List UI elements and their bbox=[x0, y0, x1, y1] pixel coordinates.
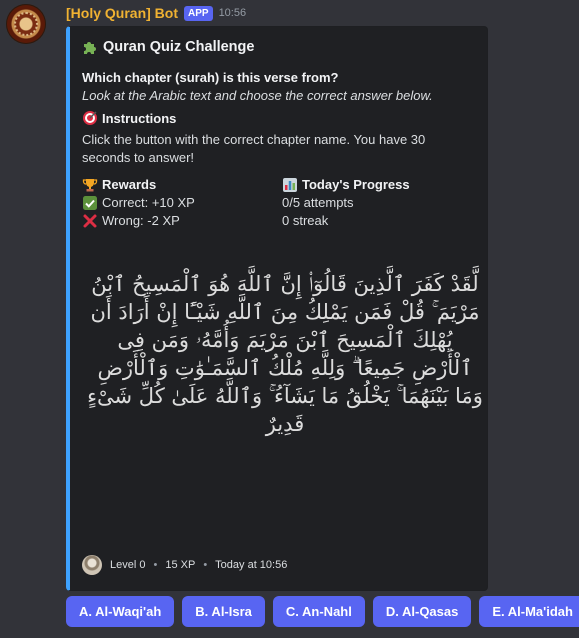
answer-button-e[interactable]: E. Al-Ma'idah bbox=[479, 596, 579, 627]
arabic-verse-image: لَّقَدْ كَفَرَ ٱلَّذِينَ قَالُوٓا۟ إِنَّ… bbox=[87, 272, 483, 436]
footer-time: Today at 10:56 bbox=[215, 559, 288, 571]
progress-field: Today's Progress 0/5 attempts 0 streak bbox=[282, 176, 410, 230]
cross-mark-icon bbox=[83, 214, 97, 228]
footer-separator: • bbox=[203, 559, 208, 571]
rewards-field: Rewards Correct: +10 XP Wrong: -2 XP bbox=[82, 176, 195, 230]
answer-button-c[interactable]: C. An-Nahl bbox=[272, 596, 365, 627]
target-icon bbox=[83, 111, 97, 125]
reward-correct: Correct: +10 XP bbox=[102, 195, 195, 210]
answer-buttons: A. Al-Waqi'ah B. Al-Isra C. An-Nahl D. A… bbox=[66, 596, 579, 627]
answer-button-b[interactable]: B. Al-Isra bbox=[182, 596, 265, 627]
embed-title-text: Quran Quiz Challenge bbox=[103, 39, 255, 55]
embed-title: Quran Quiz Challenge bbox=[82, 39, 254, 55]
quiz-embed: Quran Quiz Challenge Which chapter (sura… bbox=[66, 26, 488, 591]
message-header: [Holy Quran] Bot APP 10:56 bbox=[66, 4, 246, 22]
progress-attempts: 0/5 attempts bbox=[282, 195, 354, 210]
bot-avatar[interactable] bbox=[6, 4, 46, 44]
rewards-title: Rewards bbox=[102, 177, 157, 192]
instructions-title: Instructions bbox=[102, 110, 177, 126]
footer-level: Level 0 bbox=[110, 559, 146, 571]
instructions-heading: Instructions bbox=[82, 110, 176, 126]
embed-footer: Level 0 • 15 XP • Today at 10:56 bbox=[82, 555, 287, 575]
quiz-question: Which chapter (surah) is this verse from… bbox=[82, 69, 482, 105]
question-text: Which chapter (surah) is this verse from… bbox=[82, 70, 339, 85]
app-badge: APP bbox=[184, 5, 213, 21]
trophy-icon bbox=[82, 179, 98, 192]
reward-wrong: Wrong: -2 XP bbox=[102, 213, 180, 228]
answer-button-a[interactable]: A. Al-Waqi'ah bbox=[66, 596, 175, 627]
check-mark-icon bbox=[83, 196, 97, 210]
instructions-text: Click the button with the correct chapte… bbox=[82, 132, 426, 165]
footer-avatar bbox=[82, 555, 102, 575]
progress-title: Today's Progress bbox=[302, 177, 410, 192]
puzzle-icon bbox=[84, 42, 96, 54]
answer-button-d[interactable]: D. Al-Qasas bbox=[372, 596, 472, 627]
footer-separator: • bbox=[153, 559, 158, 571]
progress-streak: 0 streak bbox=[282, 213, 329, 228]
footer-xp: 15 XP bbox=[165, 559, 196, 571]
question-hint: Look at the Arabic text and choose the c… bbox=[82, 88, 433, 103]
bot-username[interactable]: [Holy Quran] Bot bbox=[66, 5, 178, 21]
message-timestamp[interactable]: 10:56 bbox=[219, 7, 247, 19]
bot-message: [Holy Quran] Bot APP 10:56 Quran Quiz Ch… bbox=[0, 0, 579, 638]
bar-chart-icon bbox=[283, 178, 297, 192]
